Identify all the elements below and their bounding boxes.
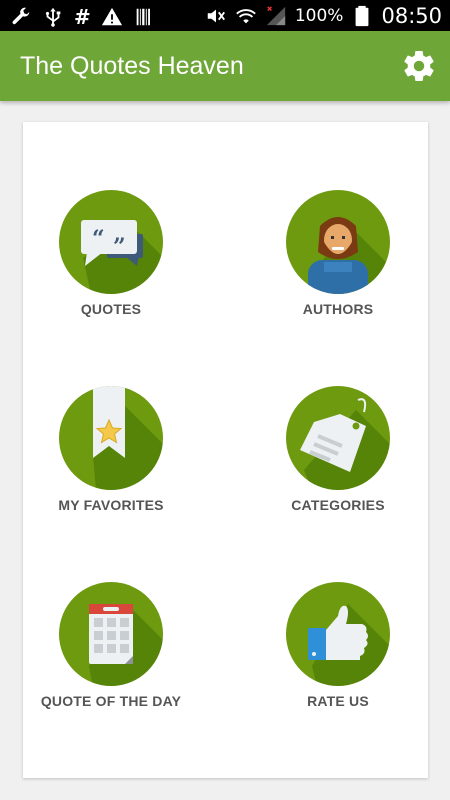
signal-icon: [266, 6, 286, 26]
app-bar: The Quotes Heaven: [0, 31, 450, 101]
usb-icon: [45, 7, 61, 27]
hash-icon: #: [74, 5, 91, 29]
status-bar: # 100% 08:50: [0, 0, 450, 31]
calendar-icon: [59, 582, 163, 686]
svg-text:”: ”: [113, 234, 126, 260]
quote-of-the-day-tile[interactable]: QUOTE OF THE DAY: [21, 582, 201, 732]
quotes-label: QUOTES: [80, 301, 142, 317]
bookmark-star-icon: [59, 386, 163, 490]
barcode-icon: [136, 8, 150, 26]
clock: 08:50: [381, 4, 442, 28]
author-avatar-icon: [286, 190, 390, 294]
quotes-tile[interactable]: “ ” QUOTES: [21, 190, 201, 340]
categories-tile[interactable]: CATEGORIES: [248, 386, 428, 536]
wrench-icon: [12, 7, 30, 25]
authors-tile[interactable]: AUTHORS: [248, 190, 428, 340]
settings-button[interactable]: [400, 47, 438, 85]
my-favorites-tile[interactable]: MY FAVORITES: [21, 386, 201, 536]
rate-us-label: RATE US: [307, 693, 369, 709]
mute-icon: [207, 9, 225, 23]
rate-us-tile[interactable]: RATE US: [248, 582, 428, 732]
warning-icon: [101, 7, 122, 26]
svg-text:“: “: [92, 226, 105, 252]
tag-icon: [286, 386, 390, 490]
gear-icon: [404, 50, 434, 81]
my-favorites-label: MY FAVORITES: [58, 497, 164, 513]
quote-of-the-day-label: QUOTE OF THE DAY: [40, 693, 182, 709]
menu-card: “ ” QUOTES AUTHORS MY FAVORITES CATEGORI…: [23, 122, 428, 778]
authors-label: AUTHORS: [302, 301, 374, 317]
battery-percent: 100%: [294, 6, 344, 26]
app-title: The Quotes Heaven: [20, 52, 244, 80]
battery-icon: [356, 5, 369, 27]
categories-label: CATEGORIES: [291, 497, 385, 513]
wifi-icon: [236, 9, 256, 24]
quote-bubbles-icon: “ ”: [59, 190, 163, 294]
thumbs-up-icon: [286, 582, 390, 686]
